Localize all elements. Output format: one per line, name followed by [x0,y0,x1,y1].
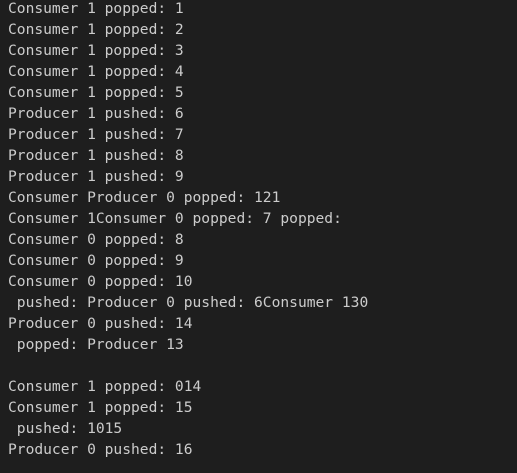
terminal-output-panel[interactable]: Consumer 1 popped: 1 Consumer 1 popped: … [0,0,517,473]
output-line: Producer 1 pushed: 7 [8,126,184,143]
output-line: Consumer 0 popped: 9 [8,252,184,269]
output-line: Consumer 1 popped: 5 [8,84,184,101]
output-line: Consumer 0 popped: 8 [8,231,184,248]
output-line: Consumer 1 popped: 1 [8,0,184,17]
output-line: Consumer 1 popped: 15 [8,399,193,416]
output-line: Producer 0 pushed: 14 [8,315,193,332]
terminal-output: Consumer 1 popped: 1 Consumer 1 popped: … [8,0,517,462]
output-line: Consumer 1 popped: 014 [8,378,202,395]
output-line: Producer 1 pushed: 8 [8,147,184,164]
output-line: Producer 1 pushed: 6 [8,105,184,122]
output-line: Producer 0 pushed: 16 [8,441,193,458]
output-line: pushed: Producer 0 pushed: 6Consumer 130 [8,294,369,311]
output-line: Consumer Producer 0 popped: 121 [8,189,281,206]
output-line: Consumer 0 popped: 10 [8,273,193,290]
output-line: Consumer 1 popped: 3 [8,42,184,59]
output-line: Consumer 1 popped: 4 [8,63,184,80]
output-line: Producer 1 pushed: 9 [8,168,184,185]
output-line: popped: Producer 13 [8,336,184,353]
output-line: pushed: 1015 [8,420,123,437]
output-line: Consumer 1Consumer 0 popped: 7 popped: [8,210,342,227]
output-line: Consumer 1 popped: 2 [8,21,184,38]
